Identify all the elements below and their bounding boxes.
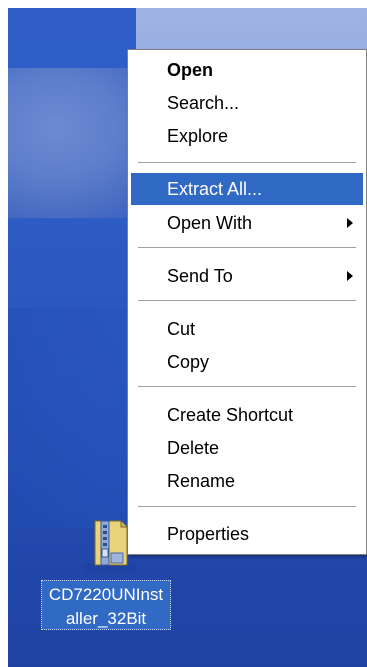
menu-item-label: Explore [167, 126, 229, 146]
menu-item-properties[interactable]: Properties [131, 518, 363, 550]
menu-separator [138, 162, 356, 164]
context-menu: Open Search... Explore Extract All... Op… [127, 49, 367, 555]
menu-item-label: Extract All... [167, 179, 263, 199]
menu-item-label: Open [167, 60, 214, 80]
menu-item-create-shortcut[interactable]: Create Shortcut [131, 399, 363, 431]
desktop[interactable]: Open Search... Explore Extract All... Op… [8, 8, 367, 667]
menu-item-label: Search... [167, 93, 240, 113]
menu-separator [138, 247, 356, 249]
menu-item-send-to[interactable]: Send To [131, 260, 363, 292]
menu-item-label: Send To [167, 266, 233, 286]
menu-item-open-with[interactable]: Open With [131, 207, 363, 239]
menu-item-label: Open With [167, 213, 253, 233]
menu-item-label: Delete [167, 438, 220, 458]
menu-item-search[interactable]: Search... [131, 87, 363, 119]
menu-item-copy[interactable]: Copy [131, 346, 363, 378]
menu-item-label: Create Shortcut [167, 405, 294, 425]
menu-item-open[interactable]: Open [131, 54, 363, 86]
menu-item-label: Properties [167, 524, 250, 544]
submenu-arrow-icon [347, 218, 353, 228]
menu-item-label: Cut [167, 319, 196, 339]
menu-item-rename[interactable]: Rename [131, 465, 363, 497]
menu-item-delete[interactable]: Delete [131, 432, 363, 464]
menu-separator [138, 386, 356, 388]
menu-item-cut[interactable]: Cut [131, 313, 363, 345]
menu-item-explore[interactable]: Explore [131, 120, 363, 152]
menu-item-extract-all[interactable]: Extract All... [131, 173, 363, 205]
zip-folder-icon[interactable] [81, 515, 139, 575]
submenu-arrow-icon [347, 271, 353, 281]
menu-separator [138, 506, 356, 508]
desktop-file-label[interactable]: CD7220UNInst aller_32Bit [41, 580, 171, 630]
menu-separator [138, 300, 356, 302]
menu-item-label: Rename [167, 471, 236, 491]
menu-item-label: Copy [167, 352, 210, 372]
